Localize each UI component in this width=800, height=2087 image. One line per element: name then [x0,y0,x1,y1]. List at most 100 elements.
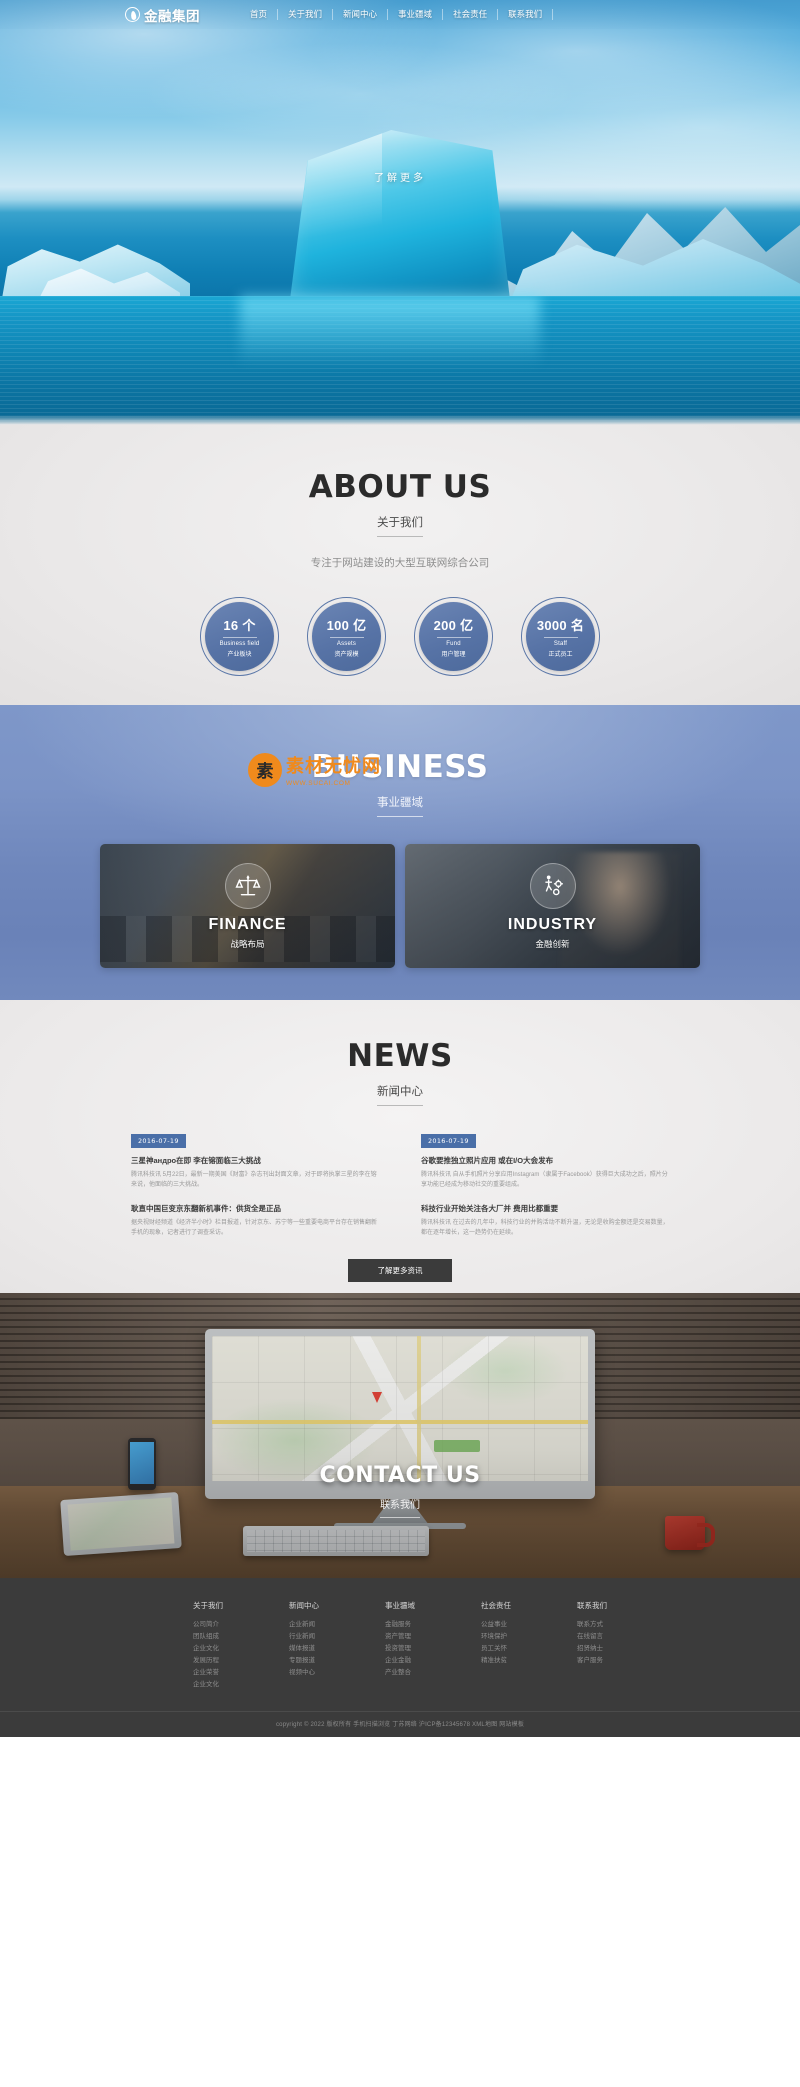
footer-column-contact: 联系我们 联系方式 在线留言 招贤纳士 客户服务 [577,1600,607,1691]
nav-item-home[interactable]: 首页 [240,9,279,20]
news-column-left: 2016-07-19 三星神андро在即 李在镕面临三大挑战 腾讯科技讯 5月… [131,1130,379,1251]
stat-card-staff[interactable]: 3000 名 Staff 正式员工 [521,597,600,676]
stat-card-business-field[interactable]: 16 个 Business field 产业板块 [200,597,279,676]
hero-iceberg-main [290,130,510,300]
footer-link[interactable]: 联系方式 [577,1619,607,1631]
footer-link[interactable]: 金融服务 [385,1619,415,1631]
news-description: 据央视财经频道《经济半小时》栏目报道，针对京东、苏宁等一些重要电商平台存在销售翻… [131,1219,378,1236]
business-card-industry[interactable]: INDUSTRY 金融创新 [405,844,700,968]
about-heading: ABOUT US 关于我们 [0,425,800,537]
footer-column-about: 关于我们 公司简介 团队组成 企业文化 发展历程 企业荣誉 企业文化 [193,1600,223,1691]
nav-item-news[interactable]: 新闻中心 [333,9,389,20]
business-title-cn: 事业疆域 [377,794,423,817]
business-card-title-en: INDUSTRY [507,915,598,933]
contact-title-en: CONTACT US [319,1463,481,1488]
news-title[interactable]: 耿直中国巨变京东翻新机事件：供货全是正品 [131,1203,379,1214]
nav-item-about[interactable]: 关于我们 [278,9,334,20]
business-card-title-cn: 金融创新 [535,938,570,949]
footer-link[interactable]: 团队组成 [193,1631,223,1643]
footer-column-news: 新闻中心 企业新闻 行业新闻 媒体报道 专题报道 视频中心 [289,1600,319,1691]
footer-link[interactable]: 精准扶贫 [481,1655,511,1667]
footer-link[interactable]: 公司简介 [193,1619,223,1631]
footer-column-title: 新闻中心 [289,1601,319,1610]
stat-divider [329,637,364,638]
contact-section: CONTACT US 联系我们 [0,1293,800,1578]
stat-card-assets[interactable]: 100 亿 Assets 资产规模 [307,597,386,676]
stat-label-en: Business field [219,641,260,647]
news-item[interactable]: 2016-07-19 三星神андро在即 李在镕面临三大挑战 腾讯科技讯 5月… [131,1130,379,1191]
about-section: ABOUT US 关于我们 专注于网站建设的大型互联网综合公司 16 个 Bus… [0,425,800,705]
footer-column-responsibility: 社会责任 公益事业 环境保护 员工关怀 精准扶贫 [481,1600,511,1691]
business-section: BUSINESS 事业疆域 FINANCE 战略布局 INDUSTRY 金融创新 [0,705,800,1000]
footer-column-title: 事业疆域 [385,1601,415,1610]
footer-column-title: 联系我们 [577,1601,607,1610]
footer-link[interactable]: 公益事业 [481,1619,511,1631]
news-title[interactable]: 科技行业开始关注各大厂并 费用比都重要 [421,1203,669,1214]
footer-link[interactable]: 环境保护 [481,1631,511,1643]
nav-item-contact[interactable]: 联系我们 [498,9,554,20]
about-title-cn: 关于我们 [377,514,423,537]
stat-number: 100 亿 [326,618,367,633]
footer-link[interactable]: 员工关怀 [481,1643,511,1655]
news-description: 腾讯科技讯 自从手机照片分享应用Instagram（隶属于Facebook）获得… [421,1172,668,1188]
footer-link[interactable]: 招贤纳士 [577,1643,607,1655]
stat-label-en: Staff [553,641,568,647]
news-title[interactable]: 谷歌要推独立照片应用 或在I/O大会发布 [421,1155,669,1166]
footer-link[interactable]: 企业新闻 [289,1619,319,1631]
news-date: 2016-07-19 [421,1134,476,1148]
footer-link[interactable]: 专题报道 [289,1655,319,1667]
nav-item-business[interactable]: 事业疆域 [388,9,444,20]
nav-item-responsibility[interactable]: 社会责任 [443,9,499,20]
site-footer: 关于我们 公司简介 团队组成 企业文化 发展历程 企业荣誉 企业文化 新闻中心 … [0,1578,800,1738]
flame-droplet-logo-icon [125,7,140,22]
business-card-finance[interactable]: FINANCE 战略布局 [100,844,395,968]
about-subtitle: 专注于网站建设的大型互联网综合公司 [310,557,490,569]
stat-label-cn: 正式员工 [548,652,573,658]
footer-link[interactable]: 在线留言 [577,1631,607,1643]
stat-label-cn: 用户管理 [441,652,466,658]
news-item[interactable]: 2016-07-19 谷歌要推独立照片应用 或在I/O大会发布 腾讯科技讯 自从… [421,1130,669,1191]
hero-cta-label[interactable]: 了解更多 [374,173,426,184]
footer-link[interactable]: 企业金融 [385,1655,415,1667]
news-item[interactable]: 耿直中国巨变京东翻新机事件：供货全是正品 据央视财经频道《经济半小时》栏目报道，… [131,1203,379,1239]
business-title-en: BUSINESS [311,749,489,785]
copyright-text: copyright © 2022 版权所有 手机扫描浏览 丁苏网络 沪ICP备1… [0,1711,800,1737]
footer-link[interactable]: 行业新闻 [289,1631,319,1643]
news-heading: NEWS 新闻中心 [0,1000,800,1106]
news-description: 腾讯科技讯 5月22日，最新一期美国《财富》杂志刊出封面文章，对于即将执掌三星的… [131,1172,377,1188]
footer-column-title: 社会责任 [481,1601,511,1610]
footer-link[interactable]: 产业整合 [385,1667,415,1679]
hero-water [0,296,800,425]
footer-link[interactable]: 视频中心 [289,1667,319,1679]
hero-cta[interactable]: 了解更多 [0,168,800,186]
stat-divider [222,637,257,638]
footer-link[interactable]: 企业荣誉 [193,1667,223,1679]
stat-card-fund[interactable]: 200 亿 Fund 用户管理 [414,597,493,676]
footer-link[interactable]: 资产管理 [385,1631,415,1643]
news-title-en: NEWS [347,1038,453,1074]
main-nav: 首页 关于我们 新闻中心 事业疆域 社会责任 联系我们 [240,9,554,20]
contact-heading: CONTACT US 联系我们 [0,1463,800,1518]
news-description: 腾讯科技讯 在过去的几年中，科技行业的并购活动不断升温，无论是收购金额还是交易数… [421,1219,669,1236]
brand[interactable]: 金融集团 [125,5,200,25]
footer-column-title: 关于我们 [193,1601,223,1610]
stat-number: 3000 名 [536,618,585,633]
news-title[interactable]: 三星神андро在即 李在镕面临三大挑战 [131,1155,379,1166]
news-section: NEWS 新闻中心 2016-07-19 三星神андро在即 李在镕面临三大挑… [0,1000,800,1293]
news-column-right: 2016-07-19 谷歌要推独立照片应用 或在I/O大会发布 腾讯科技讯 自从… [421,1130,669,1251]
brand-name: 金融集团 [144,8,200,24]
hero-section: 金融集团 首页 关于我们 新闻中心 事业疆域 社会责任 联系我们 了解更多 [0,0,800,425]
news-item[interactable]: 科技行业开始关注各大厂并 费用比都重要 腾讯科技讯 在过去的几年中，科技行业的并… [421,1203,669,1239]
top-navigation-bar: 金融集团 首页 关于我们 新闻中心 事业疆域 社会责任 联系我们 [0,0,800,29]
footer-link[interactable]: 企业文化 [193,1679,223,1691]
news-more-button[interactable]: 了解更多资讯 [348,1258,452,1282]
footer-link[interactable]: 媒体报道 [289,1643,319,1655]
footer-link[interactable]: 发展历程 [193,1655,223,1667]
news-grid: 2016-07-19 三星神андро在即 李在镕面临三大挑战 腾讯科技讯 5月… [0,1130,800,1251]
footer-link[interactable]: 企业文化 [193,1643,223,1655]
footer-link[interactable]: 客户服务 [577,1655,607,1667]
balance-scale-icon [224,862,271,909]
footer-link[interactable]: 投资管理 [385,1643,415,1655]
stat-divider [436,637,471,638]
about-title-en: ABOUT US [308,469,492,505]
